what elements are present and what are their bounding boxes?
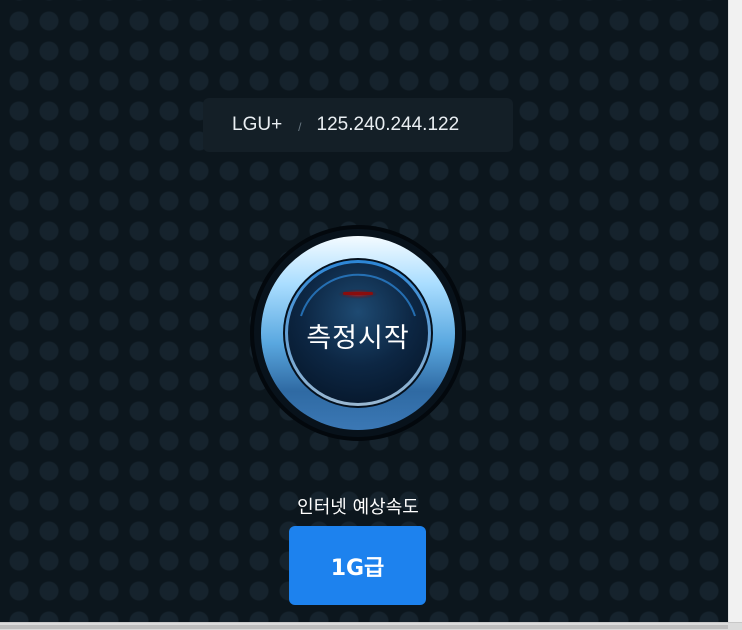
vertical-scrollbar[interactable] (728, 0, 742, 622)
separator: / (298, 120, 302, 134)
isp-name: LGU+ (232, 114, 283, 135)
start-test-label: 측정시작 (306, 323, 410, 354)
expected-speed-badge: 1G급 (289, 526, 426, 605)
expected-speed-value: 1G급 (330, 555, 385, 581)
horizontal-scrollbar-thumb[interactable] (0, 625, 728, 629)
expected-speed-caption: 인터넷 예상속도 (297, 497, 419, 518)
connection-info-box: LGU+ / 125.240.244.122 (203, 98, 513, 152)
speed-test-page: LGU+ / 125.240.244.122 측정시작 인터넷 예상속도 1G급 (0, 0, 728, 622)
start-test-button[interactable]: 측정시작 (249, 224, 467, 442)
horizontal-scrollbar[interactable] (0, 622, 742, 630)
ip-address: 125.240.244.122 (316, 114, 460, 135)
